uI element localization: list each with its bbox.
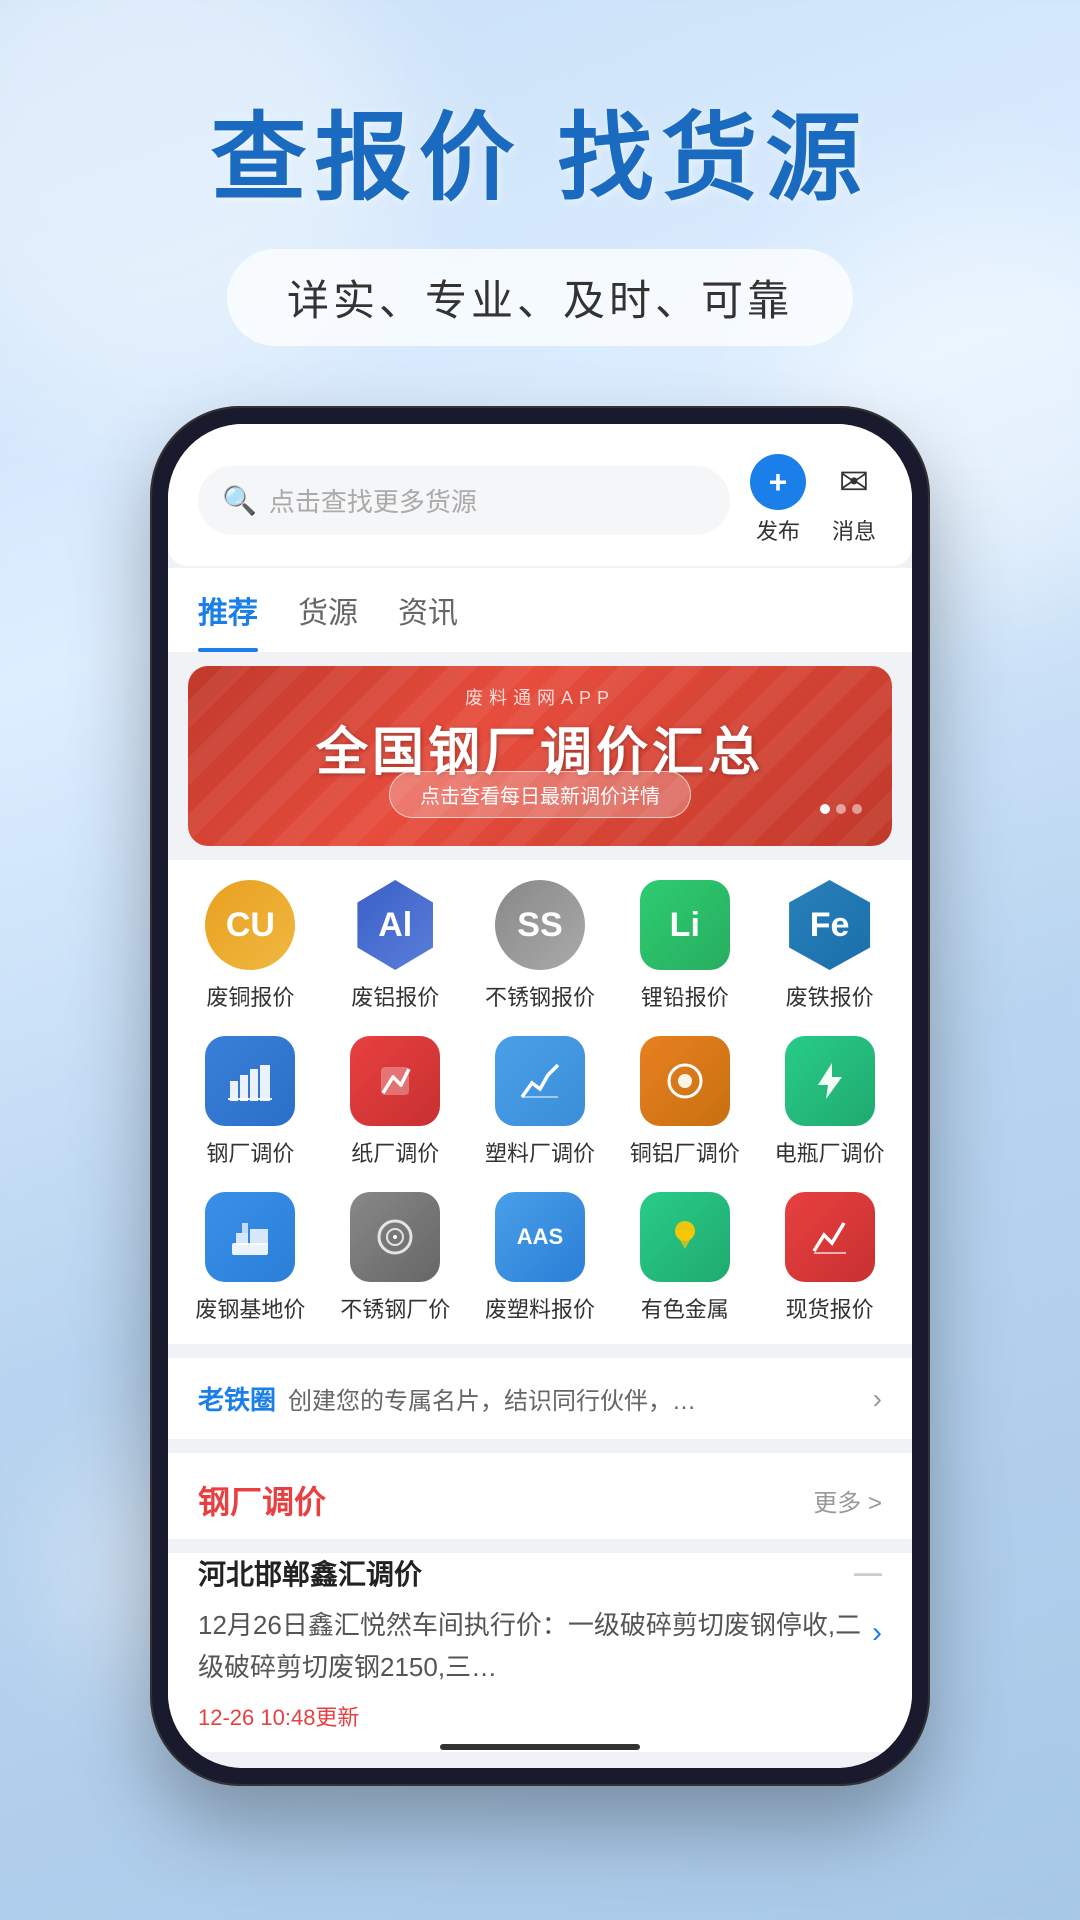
news-item-1[interactable]: 河北邯郸鑫汇调价 — 12月26日鑫汇悦然车间执行价：一级破碎剪切废钢停收,二级…	[168, 1553, 912, 1752]
category-waste-iron[interactable]: Fe 废铁报价	[757, 880, 902, 1012]
banner-dot-2	[836, 804, 846, 814]
banner-dot-3	[852, 804, 862, 814]
message-action[interactable]: ✉ 消息	[826, 454, 882, 546]
search-header: 🔍 点击查找更多货源 + 发布 ✉ 消息	[168, 424, 912, 566]
laotie-section[interactable]: 老铁圈 创建您的专属名片，结识同行伙伴，… ›	[168, 1358, 912, 1439]
subtitle: 详实、专业、及时、可靠	[227, 249, 853, 346]
steel-factory-label: 钢厂调价	[206, 1136, 294, 1168]
publish-icon: +	[750, 454, 806, 510]
category-lithium[interactable]: Li 锂铅报价	[612, 880, 757, 1012]
stainless-steel-icon: SS	[495, 880, 585, 970]
publish-label: 发布	[756, 514, 800, 546]
scroll-content: 废料通网APP 全国钢厂调价汇总 点击查看每日最新调价详情	[168, 652, 912, 1768]
tab-recommend[interactable]: 推荐	[198, 568, 258, 652]
plastic-factory-label: 塑料厂调价	[485, 1136, 595, 1168]
banner-dots	[820, 804, 862, 814]
category-spot-price[interactable]: 现货报价	[757, 1192, 902, 1324]
phone-inner: 🔍 点击查找更多货源 + 发布 ✉ 消息 推荐 货源	[168, 424, 912, 1768]
category-scrap-base[interactable]: 废钢基地价	[178, 1192, 323, 1324]
search-placeholder: 点击查找更多货源	[269, 482, 477, 519]
banner-app-name: 废料通网APP	[188, 684, 892, 710]
nonferrous-label: 有色金属	[641, 1292, 729, 1324]
copper-factory-label: 铜铝厂调价	[630, 1136, 740, 1168]
lithium-label: 锂铅报价	[641, 980, 729, 1012]
waste-aluminum-icon: Al	[353, 880, 437, 970]
header-section: 查报价 找货源 详实、专业、及时、可靠	[0, 0, 1080, 346]
plastic-price-label: 废塑料报价	[485, 1292, 595, 1324]
battery-factory-label: 电瓶厂调价	[775, 1136, 885, 1168]
category-paper-factory[interactable]: 纸厂调价	[323, 1036, 468, 1168]
banner-sub-button[interactable]: 点击查看每日最新调价详情	[389, 771, 691, 818]
tab-supply[interactable]: 货源	[298, 568, 358, 652]
plastic-price-icon: AAS	[495, 1192, 585, 1282]
spot-price-label: 现货报价	[786, 1292, 874, 1324]
nonferrous-icon	[640, 1192, 730, 1282]
steel-price-more[interactable]: 更多 >	[813, 1483, 882, 1518]
ss-factory-icon	[350, 1192, 440, 1282]
laotie-label: 老铁圈	[198, 1380, 276, 1417]
tab-navigation: 推荐 货源 资讯	[168, 568, 912, 652]
steel-price-title: 钢厂调价	[198, 1477, 326, 1523]
paper-factory-icon	[350, 1036, 440, 1126]
news-1-content: 12月26日鑫汇悦然车间执行价：一级破碎剪切废钢停收,二级破碎剪切废钢2150,…	[198, 1605, 882, 1688]
news-1-title: 河北邯郸鑫汇调价 —	[198, 1553, 882, 1605]
ss-factory-label: 不锈钢厂价	[340, 1292, 450, 1324]
category-plastic-price[interactable]: AAS 废塑料报价	[468, 1192, 613, 1324]
scrap-base-icon	[205, 1192, 295, 1282]
scrap-base-label: 废钢基地价	[195, 1292, 305, 1324]
message-label: 消息	[832, 514, 876, 546]
category-ss-factory[interactable]: 不锈钢厂价	[323, 1192, 468, 1324]
search-icon: 🔍	[222, 484, 257, 517]
news-1-text: 12月26日鑫汇悦然车间执行价：一级破碎剪切废钢停收,二级破碎剪切废钢2150,…	[198, 1605, 862, 1688]
category-icon-grid: CU 废铜报价 Al 废铝报价 SS 不锈钢报价 Li	[168, 860, 912, 1344]
plastic-factory-icon	[495, 1036, 585, 1126]
category-steel-factory[interactable]: 钢厂调价	[178, 1036, 323, 1168]
battery-factory-icon	[785, 1036, 875, 1126]
tab-news[interactable]: 资讯	[398, 568, 458, 652]
category-nonferrous[interactable]: 有色金属	[612, 1192, 757, 1324]
stainless-steel-label: 不锈钢报价	[485, 980, 595, 1012]
laotie-desc: 创建您的专属名片，结识同行伙伴，…	[288, 1381, 861, 1416]
steel-price-section-header: 钢厂调价 更多 >	[168, 1453, 912, 1539]
phone-mockup: 🔍 点击查找更多货源 + 发布 ✉ 消息 推荐 货源	[150, 406, 930, 1786]
category-waste-copper[interactable]: CU 废铜报价	[178, 880, 323, 1012]
app-content: 🔍 点击查找更多货源 + 发布 ✉ 消息 推荐 货源	[168, 424, 912, 1768]
news-1-arrow-icon: ›	[872, 1609, 882, 1657]
publish-action[interactable]: + 发布	[750, 454, 806, 546]
laotie-arrow-icon: ›	[873, 1383, 882, 1415]
waste-copper-icon: CU	[205, 880, 295, 970]
waste-iron-icon: Fe	[785, 880, 875, 970]
waste-aluminum-label: 废铝报价	[351, 980, 439, 1012]
waste-iron-label: 废铁报价	[786, 980, 874, 1012]
category-waste-aluminum[interactable]: Al 废铝报价	[323, 880, 468, 1012]
banner[interactable]: 废料通网APP 全国钢厂调价汇总 点击查看每日最新调价详情	[188, 666, 892, 846]
category-battery-factory[interactable]: 电瓶厂调价	[757, 1036, 902, 1168]
phone-outer: 🔍 点击查找更多货源 + 发布 ✉ 消息 推荐 货源	[150, 406, 930, 1786]
copper-factory-icon	[640, 1036, 730, 1126]
category-stainless-steel[interactable]: SS 不锈钢报价	[468, 880, 613, 1012]
waste-copper-label: 废铜报价	[206, 980, 294, 1012]
search-bar[interactable]: 🔍 点击查找更多货源	[198, 466, 730, 535]
category-copper-factory[interactable]: 铜铝厂调价	[612, 1036, 757, 1168]
main-title: 查报价 找货源	[0, 80, 1080, 219]
banner-dot-1	[820, 804, 830, 814]
news-1-time: 12-26 10:48更新	[198, 1700, 882, 1732]
phone-home-indicator	[440, 1744, 640, 1750]
category-plastic-factory[interactable]: 塑料厂调价	[468, 1036, 613, 1168]
message-icon: ✉	[826, 454, 882, 510]
spot-price-icon	[785, 1192, 875, 1282]
lithium-icon: Li	[640, 880, 730, 970]
steel-factory-icon	[205, 1036, 295, 1126]
paper-factory-label: 纸厂调价	[351, 1136, 439, 1168]
news-1-dash: —	[854, 1557, 882, 1589]
